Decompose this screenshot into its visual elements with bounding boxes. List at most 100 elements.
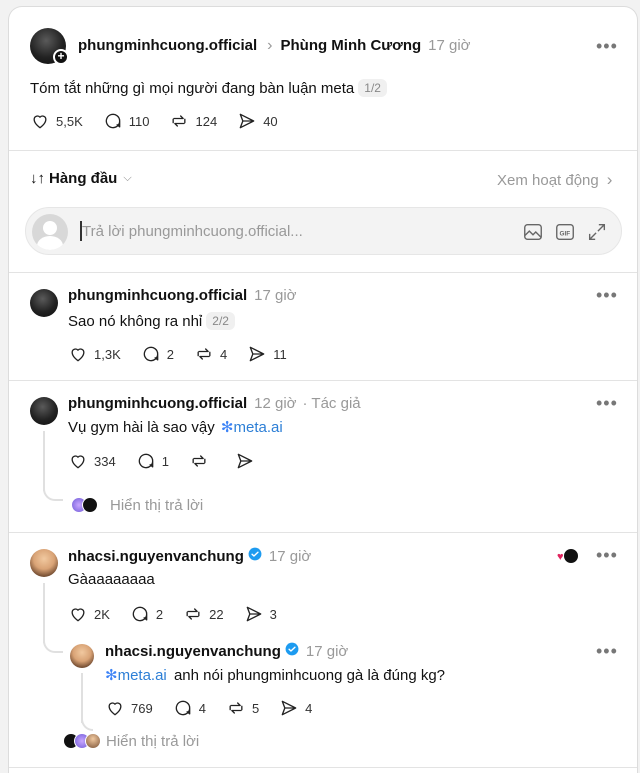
reply-username[interactable]: nhacsi.nguyenvanchung — [68, 548, 244, 565]
post-username[interactable]: phungminhcuong.official — [78, 37, 257, 54]
nested-reply-username[interactable]: nhacsi.nguyenvanchung — [105, 643, 281, 660]
comment-count: 2 — [155, 606, 164, 622]
meta-ai-mention[interactable]: meta.ai — [118, 667, 167, 684]
gif-icon[interactable]: GIF — [554, 221, 576, 247]
replier-avatars — [71, 497, 111, 515]
reply-time: 17 giờ — [268, 548, 312, 565]
reply-actions: 334 1 — [68, 451, 281, 471]
reply-text: Vụ gym hài là sao vậy — [68, 419, 215, 436]
meta-ai-mention[interactable]: meta.ai — [234, 419, 283, 436]
share-button[interactable]: 4 — [279, 698, 312, 718]
like-button[interactable]: 769 — [105, 698, 153, 718]
author-tag: · Tác giả — [302, 395, 361, 412]
comment-icon — [138, 453, 154, 469]
repost-button[interactable]: 4 — [194, 344, 227, 364]
reply-username[interactable]: phungminhcuong.official — [68, 395, 247, 412]
share-button[interactable]: 3 — [244, 604, 277, 624]
thread-curve — [43, 485, 63, 501]
comment-icon — [175, 700, 191, 716]
reply-input[interactable]: Trả lời phungminhcuong.official... GIF — [25, 207, 622, 255]
divider — [9, 532, 637, 533]
nested-reply-body: ✻meta.ai anh nói phungminhcuong gà là đú… — [105, 666, 445, 684]
verified-badge-icon — [285, 642, 299, 656]
reply-avatar[interactable] — [30, 397, 58, 425]
svg-text:GIF: GIF — [560, 231, 571, 238]
thread-panel: + phungminhcuong.official › Phùng Minh C… — [8, 6, 638, 773]
repost-icon — [192, 455, 206, 467]
sort-dropdown[interactable]: ↓↑ Hàng đầu ⌵ — [30, 170, 132, 187]
comment-count: 2 — [166, 346, 174, 362]
comment-button[interactable]: 1 — [136, 451, 169, 471]
reply-username[interactable]: phungminhcuong.official — [68, 287, 247, 304]
nested-reply-avatar[interactable] — [70, 644, 94, 668]
comment-button[interactable]: 2 — [130, 604, 163, 624]
divider — [9, 150, 637, 151]
breadcrumb-separator-icon: › — [267, 37, 273, 54]
like-count: 2K — [94, 606, 110, 622]
divider — [9, 767, 637, 768]
nested-reply-more-icon[interactable]: ••• — [596, 642, 618, 660]
comment-icon — [143, 346, 159, 362]
liked-by-author-badge: ♥ — [557, 548, 581, 566]
show-replies-link[interactable]: Hiển thị trả lời — [110, 497, 203, 514]
reply-body: Vụ gym hài là sao vậy ✻meta.ai — [68, 418, 283, 436]
like-button[interactable]: 5,5K — [30, 111, 83, 131]
heart-icon — [71, 608, 85, 622]
like-button[interactable]: 1,3K — [68, 344, 121, 364]
reply-actions: 1,3K 2 4 11 — [68, 344, 307, 364]
show-replies-label: Hiển thị trả lời — [106, 733, 200, 750]
reply-avatar[interactable] — [30, 289, 58, 317]
send-icon — [237, 453, 253, 469]
show-replies-link[interactable]: Hiển thị trả lời — [106, 733, 199, 750]
follow-plus-icon[interactable]: + — [53, 49, 69, 65]
repost-button[interactable]: 124 — [169, 111, 217, 131]
like-count: 769 — [131, 700, 153, 716]
heart-icon — [33, 115, 47, 129]
post-body: Tóm tắt những gì mọi người đang bàn luận… — [30, 79, 387, 97]
comment-button[interactable]: 110 — [103, 111, 149, 131]
view-activity-link[interactable]: Xem hoạt động › — [497, 170, 612, 190]
repost-icon — [186, 608, 200, 620]
post-display-name[interactable]: Phùng Minh Cương — [280, 37, 421, 54]
reply-time: 17 giờ — [254, 287, 297, 304]
thread-curve — [43, 637, 63, 653]
share-button[interactable]: 40 — [237, 111, 278, 131]
author-avatar — [563, 548, 579, 564]
image-icon[interactable] — [522, 221, 544, 247]
share-button[interactable]: 11 — [247, 344, 287, 364]
share-button[interactable] — [235, 451, 261, 471]
comment-button[interactable]: 2 — [141, 344, 174, 364]
nested-reply-actions: 769 4 5 4 — [105, 698, 332, 718]
reply-time: 12 giờ — [254, 395, 297, 412]
like-button[interactable]: 334 — [68, 451, 116, 471]
expand-icon[interactable] — [586, 221, 608, 247]
show-replies-label: Hiển thị trả lời — [110, 497, 204, 514]
send-icon — [281, 700, 297, 716]
thread-curve — [81, 719, 93, 731]
repost-icon — [197, 348, 211, 360]
reply-more-icon[interactable]: ••• — [596, 286, 618, 304]
chevron-down-icon: ⌵ — [123, 172, 132, 184]
repost-count: 124 — [195, 113, 218, 129]
sort-icon: ↓↑ — [30, 170, 45, 187]
replier-avatar — [85, 733, 101, 749]
reply-more-icon[interactable]: ••• — [596, 394, 618, 412]
thread-line — [81, 673, 83, 723]
comment-button[interactable]: 4 — [173, 698, 206, 718]
like-button[interactable]: 2K — [68, 604, 110, 624]
repost-count: 5 — [251, 700, 260, 716]
reply-avatar[interactable] — [30, 549, 58, 577]
repost-button[interactable]: 5 — [226, 698, 259, 718]
heart-icon — [108, 702, 122, 716]
share-count: 11 — [273, 346, 287, 362]
meta-ai-icon: ✻ — [105, 667, 118, 684]
reply-placeholder: Trả lời phungminhcuong.official... — [82, 223, 303, 240]
repost-button[interactable]: 22 — [183, 604, 224, 624]
verified-badge-icon — [248, 547, 262, 561]
post-more-icon[interactable]: ••• — [596, 37, 618, 55]
repost-button[interactable] — [189, 451, 215, 471]
current-user-avatar — [32, 214, 68, 250]
comment-count: 1 — [161, 453, 169, 469]
reply-more-icon[interactable]: ••• — [596, 546, 618, 564]
heart-icon — [71, 348, 85, 362]
